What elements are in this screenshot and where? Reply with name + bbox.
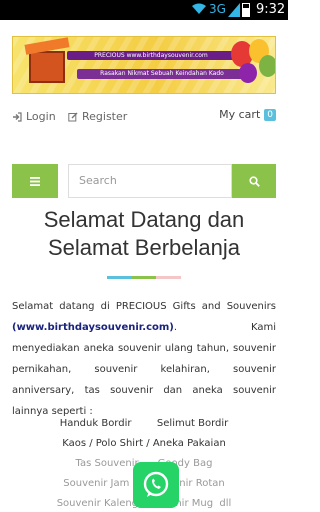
search-input[interactable]: Search: [68, 164, 232, 198]
clock: 9:32: [256, 2, 286, 17]
wifi-icon: [192, 3, 206, 14]
intro-paragraph: Selamat datang di PRECIOUS Gifts and Sou…: [12, 296, 276, 422]
heading-divider: [107, 276, 182, 279]
intro-text: Selamat datang di PRECIOUS Gifts and Sou…: [12, 301, 276, 312]
whatsapp-button[interactable]: [133, 462, 179, 508]
search-button[interactable]: [232, 164, 276, 198]
welcome-heading: Selamat Datang dan Selamat Berbelanja: [0, 206, 288, 262]
whatsapp-icon: [143, 471, 169, 497]
intro-text-rest: . Kami menyediakan aneka souvenir ulang …: [12, 322, 276, 417]
account-nav: Login Register My cart 0: [12, 108, 276, 126]
welcome-line-1: Selamat Datang dan: [43, 207, 245, 232]
gift-box-image: [29, 51, 65, 83]
menu-button[interactable]: [12, 164, 58, 198]
status-bar: 3G 9:32: [0, 0, 288, 20]
divider-segment: [156, 276, 182, 279]
cart-count-badge: 0: [264, 108, 276, 121]
site-banner[interactable]: PRECIOUS www.birthdaysouvenir.com Rasaka…: [12, 36, 276, 94]
balloon-image: [259, 55, 275, 77]
register-link[interactable]: Register: [68, 110, 127, 123]
register-label: Register: [82, 110, 128, 123]
login-label: Login: [26, 110, 56, 123]
search-bar: Search: [12, 164, 276, 198]
balloon-image: [239, 63, 257, 83]
banner-url: PRECIOUS www.birthdaysouvenir.com: [67, 51, 235, 60]
list-item: Handuk Bordir Selimut Bordir: [59, 418, 229, 429]
signal-icon: [228, 3, 240, 17]
battery-icon: [242, 3, 250, 17]
welcome-line-2: Selamat Berbelanja: [47, 235, 240, 260]
list-item: Kaos / Polo Shirt / Aneka Pakaian: [62, 438, 226, 449]
search-icon: [248, 175, 260, 187]
banner-tagline: Rasakan Nikmat Sebuah Keindahan Kado: [77, 69, 247, 79]
hamburger-icon: [30, 176, 40, 186]
login-link[interactable]: Login: [12, 110, 56, 123]
site-link[interactable]: (www.birthdaysouvenir.com): [12, 322, 174, 333]
divider-segment: [131, 276, 157, 279]
edit-icon: [68, 112, 78, 121]
network-type: 3G: [209, 2, 226, 16]
cart-link[interactable]: My cart 0: [219, 108, 276, 121]
divider-segment: [107, 276, 132, 279]
cart-label: My cart: [219, 108, 261, 121]
sign-in-icon: [13, 111, 22, 122]
